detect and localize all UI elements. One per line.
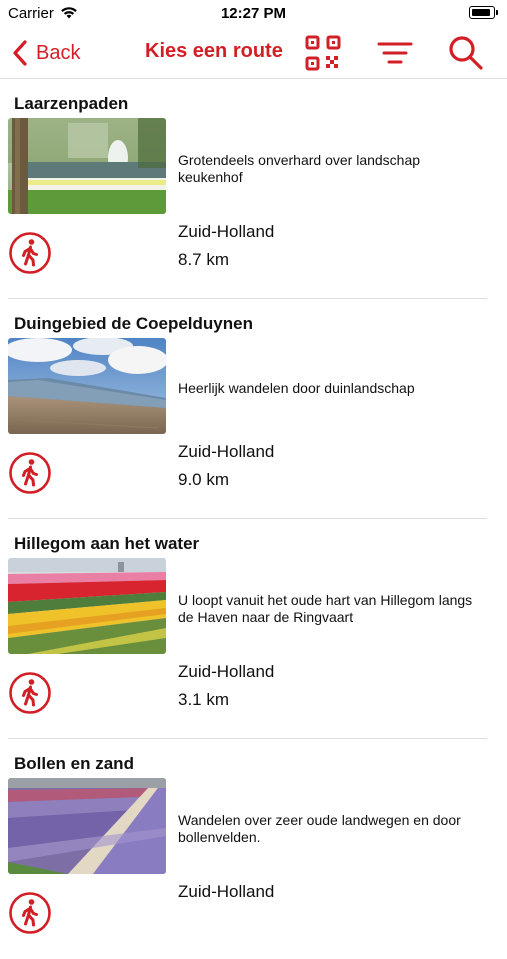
navigation-bar: Back Kies een route (0, 28, 507, 79)
filter-icon[interactable] (376, 34, 414, 72)
route-region: Zuid-Holland (178, 882, 275, 901)
walking-person-icon (9, 672, 51, 714)
route-card[interactable]: Laarzenpaden Grotendeels onverhard over … (0, 79, 507, 299)
back-button[interactable]: Back (10, 36, 80, 70)
route-distance: 3.1 km (178, 690, 230, 709)
route-photo-garden-fountain (8, 118, 166, 214)
route-region: Zuid-Holland (178, 442, 275, 461)
route-card[interactable]: Duingebied de Coepelduynen Heerlijk wand… (0, 299, 507, 519)
search-icon[interactable] (447, 34, 485, 72)
battery-icon (469, 6, 499, 19)
route-card[interactable]: Bollen en zand Wandelen over zeer oude l… (0, 739, 507, 959)
status-bar: Carrier 12:27 PM (0, 0, 507, 28)
route-distance: 8.7 km (178, 250, 230, 269)
route-title: Bollen en zand (14, 754, 134, 773)
page-title: Kies een route (145, 40, 283, 62)
walking-person-icon (9, 452, 51, 494)
route-photo-hyacinth-fields (8, 778, 166, 874)
route-region: Zuid-Holland (178, 222, 275, 241)
route-card[interactable]: Hillegom aan het water U loopt vanuit he… (0, 519, 507, 739)
route-list: Laarzenpaden Grotendeels onverhard over … (0, 79, 507, 959)
route-title: Laarzenpaden (14, 94, 129, 113)
back-label: Back (36, 41, 81, 64)
qr-code-icon[interactable] (304, 34, 342, 72)
chevron-left-icon (13, 40, 27, 66)
route-title: Duingebied de Coepelduynen (14, 314, 253, 333)
route-distance: 9.0 km (178, 470, 230, 489)
route-region: Zuid-Holland (178, 662, 275, 681)
clock: 12:27 PM (220, 5, 287, 22)
walking-person-icon (9, 892, 51, 934)
walking-person-icon (9, 232, 51, 274)
route-photo-tulip-fields (8, 558, 166, 654)
route-title: Hillegom aan het water (14, 534, 200, 553)
route-description: Wandelen over zeer oude landwegen en doo… (178, 812, 461, 845)
route-photo-beach-dunes (8, 338, 166, 434)
route-description: Grotendeels onverhard over landschap keu… (178, 152, 421, 185)
route-description: Heerlijk wandelen door duinlandschap (178, 380, 415, 396)
route-description: U loopt vanuit het oude hart van Hillego… (178, 592, 473, 625)
